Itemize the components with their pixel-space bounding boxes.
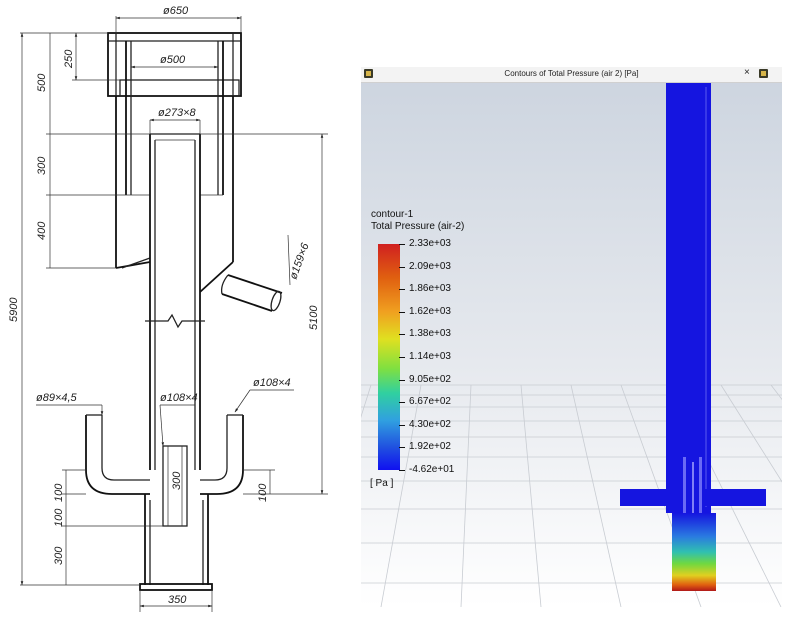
legend-tick bbox=[399, 289, 405, 290]
technical-drawing: ø650 ø500 ø273×8 ø159×6 ø89×4,5 ø108×4 ø… bbox=[8, 5, 328, 612]
u-bend-pipes bbox=[85, 414, 244, 495]
legend-tick bbox=[399, 312, 405, 313]
bottom-base bbox=[139, 494, 213, 591]
dim-d273: ø273×8 bbox=[158, 107, 196, 119]
bottom-section bbox=[672, 513, 716, 591]
dim-h100-left-a: 100 bbox=[53, 483, 65, 502]
legend-tick bbox=[399, 402, 405, 403]
contour-viewer-window: Contours of Total Pressure (air 2) [Pa] … bbox=[361, 67, 782, 607]
dim-d108-right: ø108×4 bbox=[253, 377, 291, 389]
legend-title: contour-1 Total Pressure (air-2) bbox=[371, 209, 464, 233]
dim-h250: 250 bbox=[63, 49, 75, 69]
legend-tick-label: 6.67e+02 bbox=[409, 396, 451, 407]
dim-h5100: 5100 bbox=[308, 305, 320, 330]
legend-tick bbox=[399, 244, 405, 245]
legend-tick bbox=[399, 447, 405, 448]
legend-tick-label: 1.92e+02 bbox=[409, 441, 451, 452]
dim-d500: ø500 bbox=[160, 54, 186, 66]
central-pipe bbox=[145, 133, 205, 470]
legend-tick-label: 4.30e+02 bbox=[409, 419, 451, 430]
legend-tick bbox=[399, 380, 405, 381]
dim-d650: ø650 bbox=[163, 5, 189, 17]
dim-h100-right: 100 bbox=[257, 483, 269, 502]
outer-shell bbox=[115, 96, 234, 293]
legend-tick-label: 2.33e+03 bbox=[409, 238, 451, 249]
dim-h5900: 5900 bbox=[8, 297, 20, 322]
legend-tick bbox=[399, 425, 405, 426]
legend-units: [ Pa ] bbox=[370, 478, 394, 489]
legend-tick-label: 1.86e+03 bbox=[409, 283, 451, 294]
legend-tick-label: 1.38e+03 bbox=[409, 328, 451, 339]
side-inlet-pipe bbox=[220, 274, 283, 312]
legend-tick bbox=[399, 267, 405, 268]
legend-color-bar bbox=[378, 244, 400, 470]
dimension-lines bbox=[20, 16, 328, 612]
dim-d89: ø89×4,5 bbox=[36, 392, 78, 404]
main-column bbox=[666, 83, 711, 513]
legend-tick bbox=[399, 470, 405, 471]
dim-h300-lower: 300 bbox=[53, 546, 65, 565]
legend-tick-label: -4.62e+01 bbox=[409, 464, 455, 475]
legend-tick bbox=[399, 357, 405, 358]
legend-tick-label: 9.05e+02 bbox=[409, 374, 451, 385]
dim-w350: 350 bbox=[168, 594, 187, 606]
legend-tick bbox=[399, 334, 405, 335]
dim-h400: 400 bbox=[36, 221, 48, 240]
dim-h300-inner: 300 bbox=[171, 471, 183, 490]
dim-h500: 500 bbox=[36, 73, 48, 92]
dim-h300-upper: 300 bbox=[36, 156, 48, 175]
legend-tick-label: 2.09e+03 bbox=[409, 261, 451, 272]
legend-quantity: Total Pressure (air-2) bbox=[371, 221, 465, 232]
dim-d108-left: ø108×4 bbox=[160, 392, 198, 404]
legend-name: contour-1 bbox=[371, 209, 414, 220]
legend-tick-label: 1.14e+03 bbox=[409, 351, 451, 362]
dim-d159: ø159×6 bbox=[288, 241, 312, 281]
legend-tick-label: 1.62e+03 bbox=[409, 306, 451, 317]
dim-h100-left-b: 100 bbox=[53, 508, 65, 527]
geometry bbox=[620, 83, 766, 591]
